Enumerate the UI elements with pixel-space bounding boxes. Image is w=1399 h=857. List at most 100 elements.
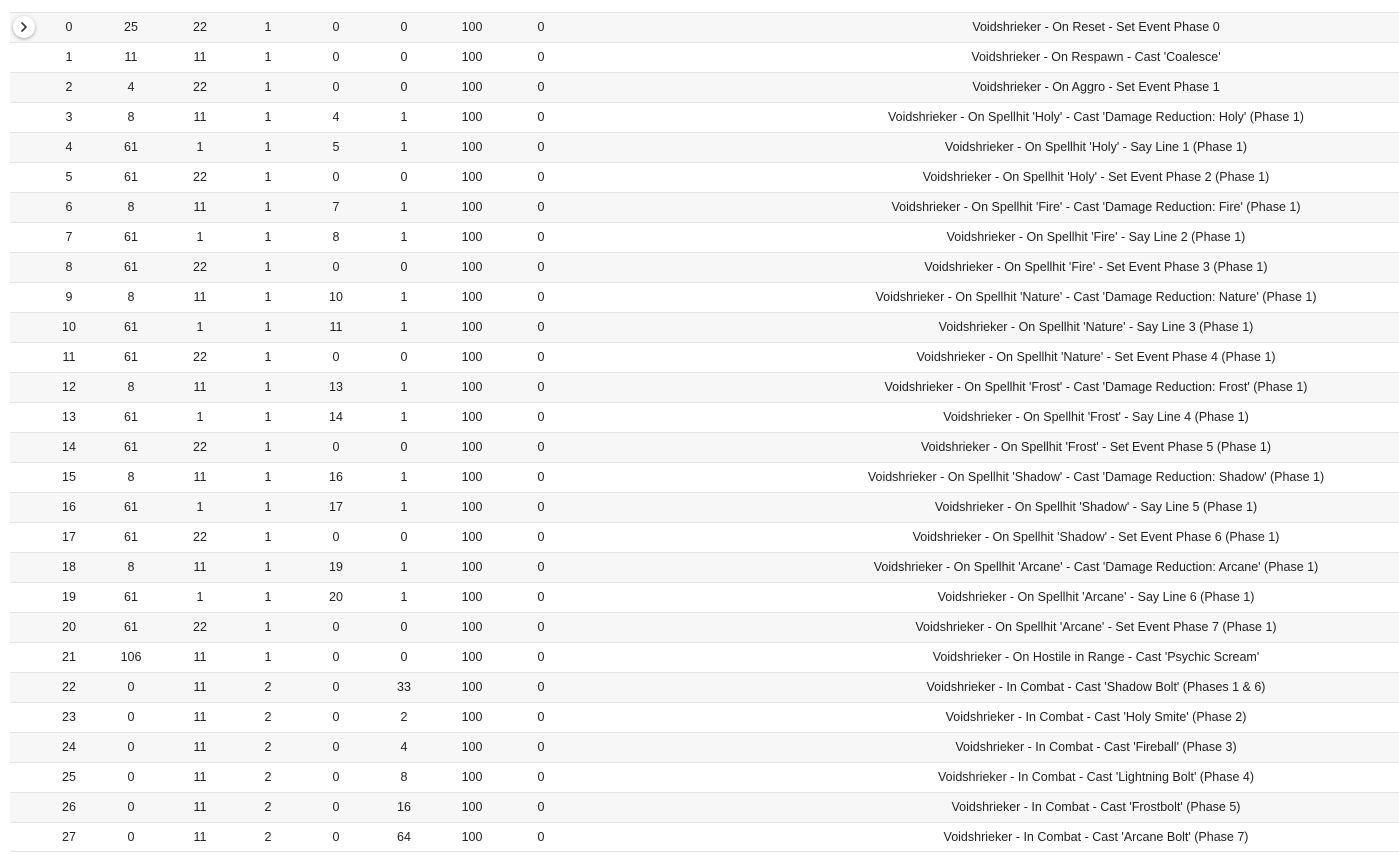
table-cell: 0 [537, 620, 545, 634]
table-row[interactable]: 20 61 22 1 0 0 100 0 Voidshrieker - On Spellhit … [10, 612, 1399, 642]
table-cell: 0 [537, 290, 545, 304]
table-cell: 0 [537, 740, 545, 754]
table-row[interactable]: 12 8 11 1 13 1 100 0 Voidshrieker - On Spellhit … [10, 372, 1399, 402]
table-cell: 25 [124, 20, 138, 34]
table-cell: 1 [400, 560, 408, 574]
table-cell: 5 [65, 170, 73, 184]
table-cell: 0 [332, 260, 340, 274]
table-row[interactable]: 26 0 11 2 0 16 100 0 Voidshrieker - In Combat - … [10, 792, 1399, 822]
table-row[interactable]: 11 61 22 1 0 0 100 0 Voidshrieker - On Spellhit … [10, 342, 1399, 372]
comment-cell: Voidshrieker - In Combat - Cast 'Holy Sm… [945, 710, 1247, 724]
table-cell: 61 [124, 320, 138, 334]
table-cell: 64 [397, 830, 411, 844]
table-cell: 1 [400, 470, 408, 484]
table-cell: 0 [400, 50, 408, 64]
table-cell: 100 [461, 590, 483, 604]
table-cell: 14 [62, 440, 76, 454]
table-cell: 22 [193, 170, 207, 184]
table-row[interactable]: 7 61 1 1 8 1 100 0 Voidshrieker - On Spellhit 'F… [10, 222, 1399, 252]
table-cell: 100 [461, 230, 483, 244]
comment-cell: Voidshrieker - On Spellhit 'Holy' - Cast… [888, 110, 1304, 124]
comment-cell: Voidshrieker - On Spellhit 'Holy' - Set … [922, 170, 1270, 184]
table-row[interactable]: 19 61 1 1 20 1 100 0 Voidshrieker - On Spellhit … [10, 582, 1399, 612]
table-cell: 106 [120, 650, 142, 664]
table-cell: 12 [62, 380, 76, 394]
table-cell: 0 [537, 230, 545, 244]
table-cell: 21 [62, 650, 76, 664]
table-cell: 8 [65, 260, 73, 274]
table-row[interactable]: 22 0 11 2 0 33 100 0 Voidshrieker - In Combat - … [10, 672, 1399, 702]
table-cell: 10 [62, 320, 76, 334]
table-row[interactable]: 24 0 11 2 0 4 100 0 Voidshrieker - In Combat - C… [10, 732, 1399, 762]
expand-sidebar-button[interactable] [13, 16, 35, 38]
table-cell: 0 [537, 20, 545, 34]
comment-cell: Voidshrieker - In Combat - Cast 'Arcane … [943, 830, 1249, 844]
table-cell: 0 [332, 530, 340, 544]
table-cell: 20 [329, 590, 343, 604]
comment-cell: Voidshrieker - On Spellhit 'Frost' - Set… [920, 440, 1272, 454]
table-cell: 8 [127, 470, 135, 484]
table-cell: 8 [127, 560, 135, 574]
table-row[interactable]: 3 8 11 1 4 1 100 0 Voidshrieker - On Spellhit 'H… [10, 102, 1399, 132]
table-cell: 1 [264, 200, 272, 214]
table-cell: 11 [193, 680, 207, 694]
table-cell: 22 [193, 620, 207, 634]
table-cell: 1 [264, 380, 272, 394]
table-cell: 0 [537, 320, 545, 334]
comment-cell: Voidshrieker - On Hostile in Range - Cas… [932, 650, 1260, 664]
table-cell: 0 [400, 530, 408, 544]
table-cell: 2 [264, 680, 272, 694]
table-row[interactable]: 25 0 11 2 0 8 100 0 Voidshrieker - In Combat - C… [10, 762, 1399, 792]
table-cell: 11 [193, 560, 207, 574]
table-cell: 22 [193, 440, 207, 454]
table-cell: 100 [461, 680, 483, 694]
table-cell: 20 [62, 620, 76, 634]
table-cell: 100 [461, 80, 483, 94]
table-cell: 1 [264, 560, 272, 574]
table-row[interactable]: 18 8 11 1 19 1 100 0 Voidshrieker - On Spellhit … [10, 552, 1399, 582]
comment-cell: Voidshrieker - On Spellhit 'Nature' - Ca… [875, 290, 1317, 304]
comment-cell: Voidshrieker - On Spellhit 'Arcane' - Sa… [937, 590, 1255, 604]
comment-cell: Voidshrieker - On Spellhit 'Shadow' - Sa… [934, 500, 1258, 514]
table-row[interactable]: 8 61 22 1 0 0 100 0 Voidshrieker - On Spellhit '… [10, 252, 1399, 282]
table-row[interactable]: 5 61 22 1 0 0 100 0 Voidshrieker - On Spellhit '… [10, 162, 1399, 192]
table-row[interactable]: 17 61 22 1 0 0 100 0 Voidshrieker - On Spellhit … [10, 522, 1399, 552]
table-cell: 4 [400, 740, 408, 754]
table-row[interactable]: 9 8 11 1 10 1 100 0 Voidshrieker - On Spellhit '… [10, 282, 1399, 312]
table-cell: 1 [196, 590, 204, 604]
table-row[interactable]: 16 61 1 1 17 1 100 0 Voidshrieker - On Spellhit … [10, 492, 1399, 522]
table-row[interactable]: 14 61 22 1 0 0 100 0 Voidshrieker - On Spellhit … [10, 432, 1399, 462]
table-cell: 8 [400, 770, 408, 784]
table-cell: 1 [400, 500, 408, 514]
table-row[interactable]: 13 61 1 1 14 1 100 0 Voidshrieker - On Spellhit … [10, 402, 1399, 432]
table-row[interactable]: 4 61 1 1 5 1 100 0 Voidshrieker - On Spellhit 'H… [10, 132, 1399, 162]
table-cell: 15 [62, 470, 76, 484]
table-cell: 27 [62, 830, 76, 844]
table-cell: 1 [264, 410, 272, 424]
table-cell: 100 [461, 440, 483, 454]
table-cell: 13 [329, 380, 343, 394]
table-cell: 1 [196, 410, 204, 424]
table-cell: 0 [537, 410, 545, 424]
table-row[interactable]: 23 0 11 2 0 2 100 0 Voidshrieker - In Combat - C… [10, 702, 1399, 732]
table-cell: 0 [332, 680, 340, 694]
table-row[interactable]: 10 61 1 1 11 1 100 0 Voidshrieker - On Spellhit … [10, 312, 1399, 342]
table-cell: 11 [193, 800, 207, 814]
table-cell: 7 [332, 200, 340, 214]
table-row[interactable]: 6 8 11 1 7 1 100 0 Voidshrieker - On Spellhit 'F… [10, 192, 1399, 222]
table-cell: 4 [127, 80, 135, 94]
table-row[interactable]: 27 0 11 2 0 64 100 0 Voidshrieker - In Combat - … [10, 822, 1399, 852]
table-cell: 100 [461, 530, 483, 544]
table-cell: 0 [127, 680, 135, 694]
table-cell: 16 [397, 800, 411, 814]
table-cell: 1 [264, 350, 272, 364]
table-cell: 0 [400, 620, 408, 634]
table-cell: 0 [537, 110, 545, 124]
table-row[interactable]: 21 106 11 1 0 0 100 0 Voidshrieker - On Hostile … [10, 642, 1399, 672]
table-row[interactable]: 2 4 22 1 0 0 100 0 Voidshrieker - On Aggro - Set… [10, 72, 1399, 102]
table-cell: 0 [332, 620, 340, 634]
table-cell: 2 [264, 740, 272, 754]
table-row[interactable]: 0 25 22 1 0 0 100 0 Voidshrieker - On Reset - Se… [10, 12, 1399, 42]
table-row[interactable]: 1 11 11 1 0 0 100 0 Voidshrieker - On Respawn - … [10, 42, 1399, 72]
table-row[interactable]: 15 8 11 1 16 1 100 0 Voidshrieker - On Spellhit … [10, 462, 1399, 492]
